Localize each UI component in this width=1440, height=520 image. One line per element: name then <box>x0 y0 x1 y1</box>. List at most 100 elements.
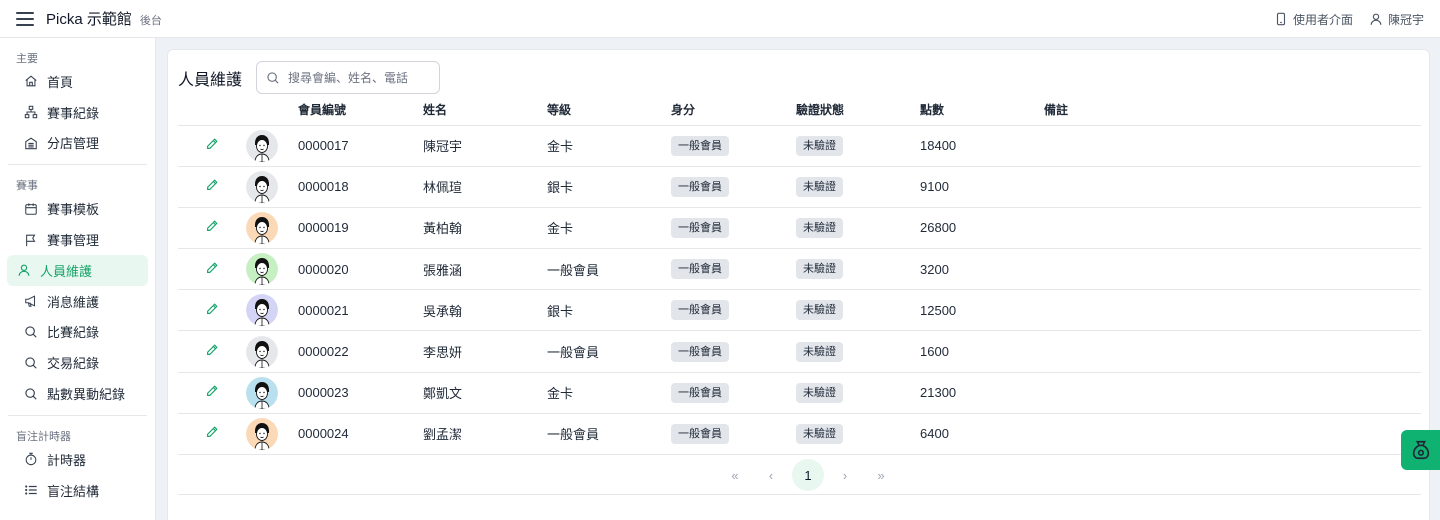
table-row[interactable]: 0000018 林佩瑄 銀卡 一般會員 未驗證 9100 <box>178 166 1421 208</box>
member-name-cell: 鄭凱文 <box>423 372 547 414</box>
list-icon <box>25 485 37 495</box>
column-header-role[interactable]: 身分 <box>671 98 796 126</box>
edit-pencil-icon[interactable] <box>205 178 219 195</box>
points-cell: 6400 <box>920 413 1044 456</box>
page-number-button[interactable]: 1 <box>792 459 824 491</box>
member-role-cell: 一般會員 <box>671 207 796 250</box>
mobile-phone-icon <box>1276 12 1286 26</box>
column-header-verify-status[interactable]: 驗證狀態 <box>796 98 920 126</box>
table-row[interactable]: 0000017 陳冠宇 金卡 一般會員 未驗證 18400 <box>178 125 1421 167</box>
hamburger-menu-icon[interactable] <box>16 11 34 26</box>
avatar <box>246 335 298 368</box>
member-level-cell: 一般會員 <box>547 248 671 291</box>
sidebar-item-event-templates[interactable]: 賽事模板 <box>7 193 148 224</box>
sidebar-item-event-records[interactable]: 賽事紀錄 <box>7 97 148 128</box>
edit-pencil-icon[interactable] <box>205 425 219 442</box>
sidebar-item-transaction-records[interactable]: 交易紀錄 <box>7 347 148 378</box>
home-icon <box>25 75 37 87</box>
column-header-points[interactable]: 點數 <box>920 98 1044 126</box>
points-cell: 1600 <box>920 330 1044 373</box>
brand-title[interactable]: Picka 示範館 <box>46 8 132 29</box>
verify-status-badge: 未驗證 <box>796 259 843 280</box>
column-header-notes[interactable]: 備註 <box>1044 98 1421 126</box>
avatar <box>246 294 298 327</box>
column-header-avatar <box>246 98 298 126</box>
top-bar: Picka 示範館 後台 使用者介面 陳冠宇 <box>0 0 1440 38</box>
floating-widget-button[interactable] <box>1401 430 1440 470</box>
table-header-row: 會員編號 姓名 等級 身分 驗證狀態 點數 備註 <box>178 98 1421 126</box>
verify-status-badge: 未驗證 <box>796 135 843 156</box>
avatar <box>246 129 298 162</box>
sidebar-section-title: 盲注計時器 <box>16 430 71 443</box>
avatar <box>246 211 298 244</box>
member-role-cell: 一般會員 <box>671 248 796 291</box>
sidebar-item-blind-structure[interactable]: 盲注結構 <box>7 475 148 506</box>
search-input[interactable] <box>288 70 429 85</box>
table-row[interactable]: 0000023 鄭凱文 金卡 一般會員 未驗證 21300 <box>178 372 1421 414</box>
edit-cell <box>178 166 246 208</box>
table-row[interactable]: 0000020 張雅涵 一般會員 一般會員 未驗證 3200 <box>178 248 1421 291</box>
brand-subtitle: 後台 <box>139 15 162 27</box>
edit-pencil-icon[interactable] <box>205 219 219 236</box>
verify-status-cell: 未驗證 <box>796 289 920 332</box>
member-name-cell: 陳冠宇 <box>423 125 547 167</box>
search-icon <box>267 71 279 84</box>
search-box[interactable] <box>256 61 441 94</box>
last-page-button[interactable]: » <box>866 460 896 490</box>
edit-pencil-icon[interactable] <box>205 302 219 319</box>
notes-cell <box>1044 289 1421 332</box>
edit-pencil-icon[interactable] <box>205 261 219 278</box>
user-menu[interactable]: 陳冠宇 <box>1369 11 1424 28</box>
sidebar-item-match-records[interactable]: 比賽紀錄 <box>7 317 148 348</box>
table-row[interactable]: 0000022 李思妍 一般會員 一般會員 未驗證 1600 <box>178 330 1421 373</box>
notes-cell <box>1044 125 1421 167</box>
table-row[interactable]: 0000021 吳承翰 銀卡 一般會員 未驗證 12500 <box>178 289 1421 332</box>
edit-cell <box>178 372 246 414</box>
sidebar-section-title: 賽事 <box>16 180 38 193</box>
sidebar-item-points-change-records[interactable]: 點數異動紀錄 <box>7 378 148 409</box>
next-page-button[interactable]: › <box>830 460 860 490</box>
edit-cell <box>178 125 246 167</box>
avatar <box>246 170 298 203</box>
first-page-button[interactable]: « <box>720 460 750 490</box>
column-header-member-id[interactable]: 會員編號 <box>298 98 423 126</box>
points-cell: 21300 <box>920 372 1044 414</box>
calendar-icon <box>25 203 37 215</box>
member-role-cell: 一般會員 <box>671 330 796 373</box>
avatar <box>246 253 298 286</box>
verify-status-cell: 未驗證 <box>796 125 920 167</box>
verify-status-cell: 未驗證 <box>796 413 920 456</box>
search-icon <box>25 357 37 369</box>
user-interface-label: 使用者介面 <box>1292 12 1353 27</box>
user-interface-link[interactable]: 使用者介面 <box>1274 11 1353 28</box>
table-row[interactable]: 0000024 劉孟潔 一般會員 一般會員 未驗證 6400 <box>178 413 1421 456</box>
edit-pencil-icon[interactable] <box>205 343 219 360</box>
sidebar-item-member-maintenance[interactable]: 人員維護 <box>7 254 148 286</box>
notes-cell <box>1044 207 1421 250</box>
verify-status-cell: 未驗證 <box>796 248 920 291</box>
sidebar-item-branch-management[interactable]: 分店管理 <box>7 128 148 159</box>
sidebar-item-news-maintenance[interactable]: 消息維護 <box>7 286 148 317</box>
member-id-cell: 0000021 <box>298 289 423 332</box>
points-cell: 18400 <box>920 125 1044 167</box>
building-icon <box>25 137 37 150</box>
table-row[interactable]: 0000019 黃柏翰 金卡 一般會員 未驗證 26800 <box>178 207 1421 250</box>
sidebar-item-home[interactable]: 首頁 <box>7 66 148 97</box>
verify-status-badge: 未驗證 <box>796 300 843 321</box>
column-header-name[interactable]: 姓名 <box>423 98 547 126</box>
member-name-cell: 劉孟潔 <box>423 413 547 456</box>
edit-pencil-icon[interactable] <box>205 384 219 401</box>
avatar-cell <box>246 207 298 250</box>
prev-page-button[interactable]: ‹ <box>756 460 786 490</box>
sidebar-item-timer[interactable]: 計時器 <box>7 444 148 475</box>
column-header-level[interactable]: 等級 <box>547 98 671 126</box>
role-badge: 一般會員 <box>671 382 729 403</box>
role-badge: 一般會員 <box>671 423 729 444</box>
sidebar-item-event-management[interactable]: 賽事管理 <box>7 224 148 255</box>
edit-pencil-icon[interactable] <box>205 137 219 154</box>
notes-cell <box>1044 248 1421 291</box>
member-name-cell: 吳承翰 <box>423 289 547 332</box>
page-title: 人員維護 <box>178 71 243 89</box>
edit-cell <box>178 289 246 332</box>
member-id-cell: 0000017 <box>298 125 423 167</box>
